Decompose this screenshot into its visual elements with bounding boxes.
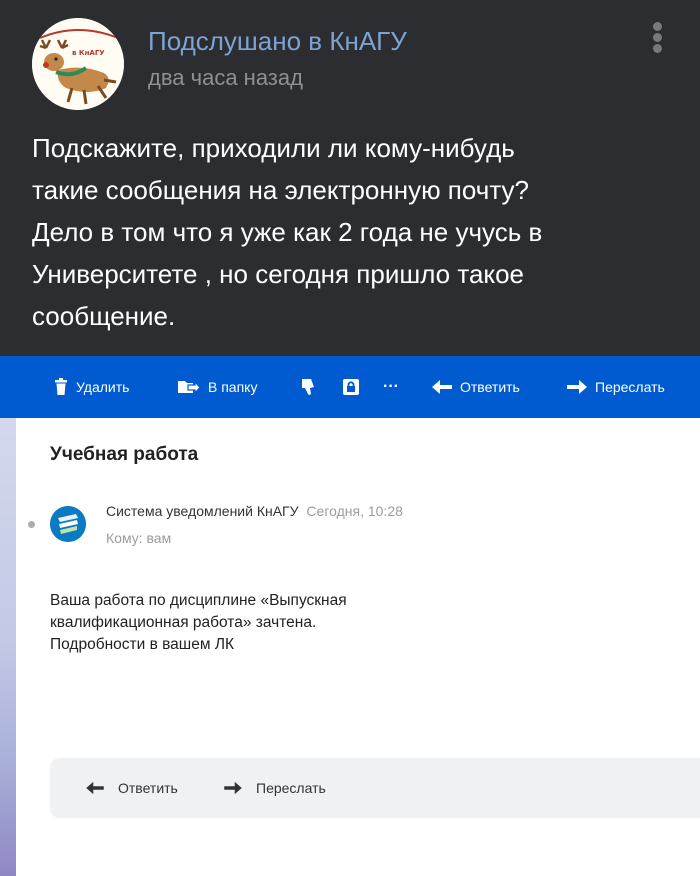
- university-logo-icon: [50, 506, 86, 542]
- email-body-line: квалификационная работа» зачтена.: [50, 614, 317, 631]
- post-text-line: Дело в том что я уже как 2 года не учусь…: [32, 217, 543, 247]
- group-avatar[interactable]: в КнАГУ: [32, 18, 124, 110]
- sender-name[interactable]: Система уведомлений КнАГУ: [106, 503, 299, 519]
- post-text: Подскажите, приходили ли кому-нибудь так…: [32, 127, 662, 337]
- quick-reply-bar: Ответить Переслать: [50, 758, 700, 818]
- attached-email-screenshot[interactable]: Удалить В папку ··· Ответить Переслать У…: [0, 356, 700, 876]
- delete-label: Удалить: [76, 379, 130, 395]
- post-timestamp: два часа назад: [148, 65, 303, 90]
- reply-arrow-icon: [432, 380, 452, 394]
- more-options-icon[interactable]: [646, 20, 670, 56]
- post-text-line: такие сообщения на электронную почту?: [32, 175, 529, 205]
- trash-icon: [55, 378, 67, 395]
- spam-button[interactable]: [300, 356, 316, 418]
- sender-avatar: [50, 506, 86, 542]
- move-to-folder-label: В папку: [208, 379, 258, 395]
- reply-arrow-icon: [86, 781, 104, 795]
- folder-move-icon: [178, 380, 200, 395]
- email-body: Ваша работа по дисциплине «Выпускная ква…: [50, 590, 347, 656]
- quick-forward-label: Переслать: [256, 780, 326, 796]
- post-header: в КнАГУ Подслушано в КнАГУ два часа наза…: [0, 0, 700, 356]
- email-body-line: Подробности в вашем ЛК: [50, 636, 235, 653]
- mail-toolbar: Удалить В папку ··· Ответить Переслать: [0, 356, 700, 418]
- sender-line: Система уведомлений КнАГУ Сегодня, 10:28: [106, 503, 403, 519]
- email-message: Учебная работа Система уведомлений КнАГУ…: [16, 418, 700, 876]
- forward-label: Переслать: [595, 379, 665, 395]
- archive-button[interactable]: [342, 356, 360, 418]
- group-name-link[interactable]: Подслушано в КнАГУ: [148, 26, 407, 57]
- more-actions-button[interactable]: ···: [383, 356, 399, 418]
- quick-reply-label: Ответить: [118, 780, 178, 796]
- post-text-line: сообщение.: [32, 301, 176, 331]
- reply-button[interactable]: Ответить: [432, 356, 520, 418]
- post-text-line: Подскажите, приходили ли кому-нибудь: [32, 133, 515, 163]
- quick-forward-button[interactable]: Переслать: [224, 758, 326, 818]
- move-to-folder-button[interactable]: В папку: [178, 356, 257, 418]
- post-text-line: Университете , но сегодня пришло такое: [32, 259, 525, 289]
- thumbs-down-icon: [302, 379, 314, 395]
- email-subject: Учебная работа: [50, 444, 199, 465]
- quick-reply-button[interactable]: Ответить: [86, 758, 178, 818]
- forward-arrow-icon: [224, 781, 242, 795]
- delete-button[interactable]: Удалить: [54, 356, 129, 418]
- svg-text:в КнАГУ: в КнАГУ: [72, 49, 105, 57]
- forward-button[interactable]: Переслать: [567, 356, 665, 418]
- forward-arrow-icon: [567, 380, 587, 394]
- reply-label: Ответить: [460, 379, 520, 395]
- lock-box-icon: [343, 379, 359, 395]
- read-status-dot[interactable]: [28, 521, 35, 528]
- recipient-line: Кому: вам: [106, 530, 172, 546]
- email-body-line: Ваша работа по дисциплине «Выпускная: [50, 592, 347, 609]
- deer-logo-icon: в КнАГУ: [32, 18, 124, 110]
- email-date: Сегодня, 10:28: [306, 503, 403, 519]
